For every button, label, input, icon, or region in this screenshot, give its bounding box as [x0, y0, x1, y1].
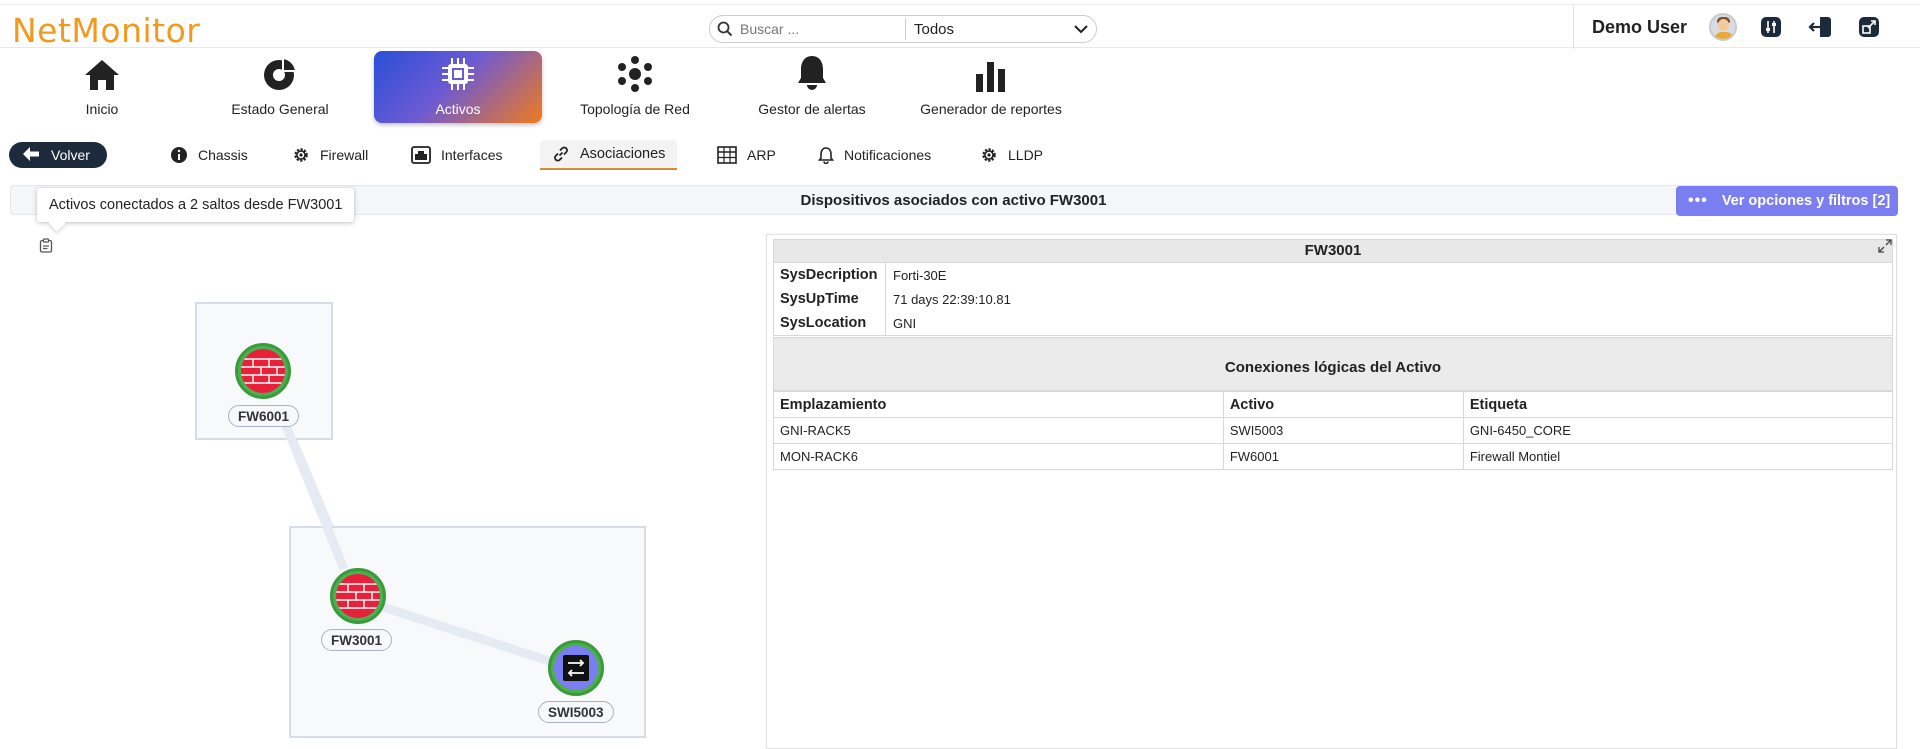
nav-activos[interactable]: Activos — [374, 51, 542, 123]
table-cell: GNI-RACK5 — [773, 417, 1224, 444]
nav-label: Topología de Red — [580, 101, 690, 117]
association-graph[interactable]: FW6001 FW3001 SWI5003 — [0, 225, 760, 749]
asset-detail-panel: FW3001 SysDecription Forti-30E SysUpTime… — [766, 234, 1897, 749]
tab-label: Asociaciones — [580, 146, 666, 162]
tab-notificaciones[interactable]: Notificaciones — [818, 140, 931, 170]
home-icon — [83, 58, 121, 95]
node-label: SWI5003 — [538, 701, 614, 723]
network-icon — [617, 56, 653, 95]
gear-icon — [292, 146, 310, 164]
tab-label: Interfaces — [441, 147, 503, 163]
back-button[interactable]: Volver — [9, 142, 107, 168]
sub-nav: Volver Chassis Firewall Interfaces Asoci… — [0, 140, 1920, 172]
search-scope-select[interactable]: Todos — [906, 21, 1096, 38]
node-label: FW3001 — [321, 629, 393, 651]
nav-label: Gestor de alertas — [758, 101, 866, 117]
bell-icon — [796, 54, 828, 95]
chip-icon — [440, 56, 476, 95]
table-cell: Firewall Montiel — [1462, 443, 1894, 470]
back-label: Volver — [51, 147, 90, 163]
bell-icon — [818, 146, 834, 164]
prop-value: GNI — [893, 315, 917, 331]
table-cell: FW6001 — [1222, 443, 1464, 470]
nav-generador-reportes[interactable]: Generador de reportes — [914, 51, 1068, 123]
tab-interfaces[interactable]: Interfaces — [411, 140, 502, 170]
logout-icon[interactable] — [1808, 15, 1832, 39]
prop-value: 71 days 22:39:10.81 — [893, 291, 1011, 307]
gear-icon — [980, 146, 998, 164]
asset-properties: SysDecription Forti-30E SysUpTime 71 day… — [773, 263, 1893, 336]
options-filters-button[interactable]: ••• Ver opciones y filtros [2] — [1676, 186, 1898, 216]
sliders-icon[interactable] — [1759, 15, 1783, 39]
more-icon: ••• — [1688, 192, 1708, 209]
search-scope-value: Todos — [914, 20, 955, 38]
nav-gestor-alertas[interactable]: Gestor de alertas — [752, 51, 872, 123]
table-cell: SWI5003 — [1222, 417, 1464, 444]
tab-arp[interactable]: ARP — [717, 140, 776, 170]
node-swi5003[interactable] — [548, 640, 604, 696]
user-name: Demo User — [1592, 16, 1688, 37]
table-icon — [717, 146, 737, 164]
node-label: FW6001 — [228, 405, 300, 427]
external-window-icon[interactable] — [1857, 15, 1881, 39]
arrow-left-icon — [23, 146, 39, 164]
tab-lldp[interactable]: LLDP — [980, 140, 1043, 170]
prop-key: SysDecription — [774, 263, 886, 287]
hops-tooltip: Activos conectados a 2 saltos desde FW30… — [37, 188, 355, 222]
search-input[interactable] — [740, 21, 905, 37]
table-cell: GNI-6450_CORE — [1462, 417, 1894, 444]
bar-chart-icon — [974, 60, 1008, 95]
nav-label: Estado General — [231, 101, 329, 117]
link-icon — [552, 145, 570, 163]
prop-row: SysDecription Forti-30E — [774, 263, 1892, 287]
table-cell: MON-RACK6 — [773, 443, 1224, 470]
expand-icon[interactable] — [1878, 239, 1892, 258]
search-box: Todos — [709, 15, 1097, 43]
top-bar: NetMonitor Todos Demo User — [0, 4, 1920, 50]
pie-chart-icon — [262, 56, 298, 95]
prop-value: Forti-30E — [893, 267, 947, 283]
tab-chassis[interactable]: Chassis — [170, 140, 248, 170]
nav-label: Generador de reportes — [920, 101, 1062, 117]
tab-label: LLDP — [1008, 147, 1044, 163]
prop-row: SysLocation GNI — [774, 311, 1892, 335]
main-nav: Inicio Estado General Activos Topología … — [0, 50, 1920, 126]
options-label: Ver opciones y filtros [2] — [1721, 193, 1891, 209]
tab-asociaciones[interactable]: Asociaciones — [540, 140, 678, 170]
connections-table: Emplazamiento Activo Etiqueta GNI-RACK5 … — [773, 391, 1894, 470]
column-header[interactable]: Activo — [1222, 391, 1464, 418]
prop-row: SysUpTime 71 days 22:39:10.81 — [774, 287, 1892, 311]
nav-label: Activos — [435, 101, 481, 117]
chevron-down-icon — [1074, 21, 1088, 38]
search-icon — [710, 21, 740, 37]
detail-title: FW3001 — [773, 239, 1893, 263]
tab-label: Notificaciones — [844, 147, 932, 163]
nav-label: Inicio — [85, 101, 119, 117]
tab-label: Firewall — [320, 147, 369, 163]
table-header-row: Emplazamiento Activo Etiqueta — [773, 391, 1894, 418]
tab-firewall[interactable]: Firewall — [292, 140, 368, 170]
table-row[interactable]: GNI-RACK5 SWI5003 GNI-6450_CORE — [773, 417, 1894, 444]
tab-label: Chassis — [198, 147, 248, 163]
nav-estado-general[interactable]: Estado General — [220, 51, 340, 123]
node-fw6001[interactable] — [235, 343, 291, 399]
switch-icon — [554, 646, 598, 690]
column-header[interactable]: Emplazamiento — [773, 391, 1224, 418]
node-fw3001[interactable] — [330, 568, 386, 624]
interface-icon — [411, 146, 431, 164]
firewall-icon — [241, 349, 285, 393]
table-row[interactable]: MON-RACK6 FW6001 Firewall Montiel — [773, 443, 1894, 470]
prop-key: SysLocation — [774, 311, 886, 335]
avatar[interactable] — [1709, 13, 1738, 41]
info-icon — [170, 146, 188, 164]
tab-label: ARP — [747, 147, 776, 163]
prop-key: SysUpTime — [774, 287, 886, 311]
connections-title: Conexiones lógicas del Activo — [773, 337, 1893, 391]
nav-inicio[interactable]: Inicio — [52, 51, 152, 123]
column-header[interactable]: Etiqueta — [1462, 391, 1894, 418]
app-logo[interactable]: NetMonitor — [12, 11, 200, 50]
firewall-icon — [336, 574, 380, 618]
user-area: Demo User — [1573, 5, 1906, 49]
nav-topologia[interactable]: Topología de Red — [570, 51, 700, 123]
